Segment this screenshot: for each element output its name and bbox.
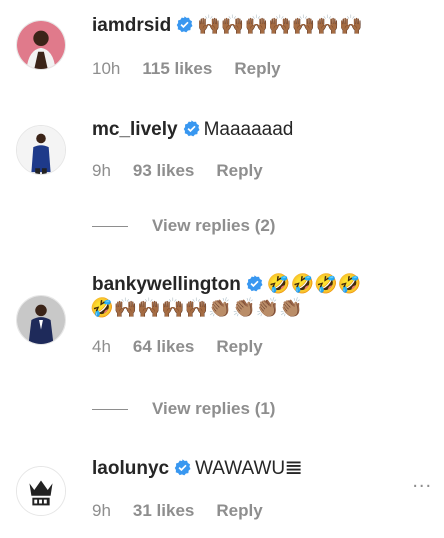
view-replies-label: View replies (1) bbox=[152, 399, 276, 418]
comment-time: 10h bbox=[92, 59, 121, 78]
avatar-image bbox=[17, 126, 65, 174]
reply-button[interactable]: Reply bbox=[216, 501, 262, 520]
comment-text-line2: 🤣🙌🏾🙌🏾🙌🏾🙌🏾👏🏽👏🏽👏🏽👏🏽 bbox=[90, 298, 303, 319]
avatar[interactable] bbox=[16, 20, 66, 70]
reply-button[interactable]: Reply bbox=[234, 59, 280, 78]
comment-text: 🤣🤣🤣🤣 bbox=[266, 274, 362, 295]
view-replies-button[interactable]: View replies (2) bbox=[92, 216, 275, 236]
avatar-image bbox=[17, 21, 65, 69]
view-replies-button[interactable]: View replies (1) bbox=[92, 399, 275, 419]
divider-line bbox=[92, 226, 128, 228]
comment-username[interactable]: iamdrsid bbox=[92, 15, 171, 36]
comment-username[interactable]: laolunyc bbox=[92, 458, 169, 479]
avatar[interactable] bbox=[16, 466, 66, 516]
comment-username[interactable]: mc_lively bbox=[92, 119, 178, 140]
comment-likes[interactable]: 31 likes bbox=[133, 501, 194, 520]
comment-likes[interactable]: 93 likes bbox=[133, 161, 194, 180]
avatar-image bbox=[17, 467, 65, 515]
verified-badge-icon bbox=[183, 120, 200, 137]
reply-button[interactable]: Reply bbox=[216, 337, 262, 356]
more-options-icon[interactable]: ... bbox=[412, 470, 432, 493]
verified-badge-icon bbox=[246, 275, 263, 292]
avatar[interactable] bbox=[16, 295, 66, 345]
comment-time: 9h bbox=[92, 161, 111, 180]
comment-time: 4h bbox=[92, 337, 111, 356]
comment-text: WAWAWU𝌆 bbox=[195, 458, 303, 479]
verified-badge-icon bbox=[174, 459, 191, 476]
comment-username[interactable]: bankywellington bbox=[92, 274, 241, 295]
reply-button[interactable]: Reply bbox=[216, 161, 262, 180]
comment-likes[interactable]: 64 likes bbox=[133, 337, 194, 356]
comment-likes[interactable]: 115 likes bbox=[142, 59, 212, 78]
verified-badge-icon bbox=[176, 16, 193, 33]
avatar[interactable] bbox=[16, 125, 66, 175]
view-replies-label: View replies (2) bbox=[152, 216, 276, 235]
divider-line bbox=[92, 409, 128, 411]
avatar-image bbox=[17, 296, 65, 344]
comment-time: 9h bbox=[92, 501, 111, 520]
comment-text: Maaaaaad bbox=[203, 119, 294, 140]
comment-text: 🙌🏾🙌🏾🙌🏾🙌🏾🙌🏾🙌🏾🙌🏾 bbox=[197, 15, 363, 36]
